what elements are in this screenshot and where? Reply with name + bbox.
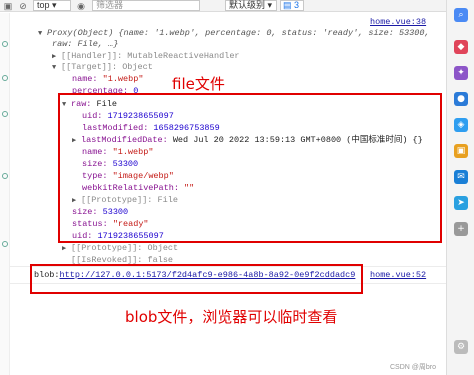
issues-count: 3: [294, 0, 300, 10]
user-icon[interactable]: ●: [454, 92, 468, 106]
gutter-marker-icon: [2, 111, 8, 117]
gutter-marker-icon: [2, 173, 8, 179]
handler-text: [[Handler]]: MutableReactiveHandler: [61, 51, 240, 61]
settings-icon[interactable]: ⚙: [454, 340, 468, 354]
name-key: name:: [72, 74, 98, 84]
watermark: CSDN @周bro: [390, 364, 437, 371]
context-select-label: top: [37, 0, 50, 10]
add-icon[interactable]: +: [454, 222, 468, 236]
source-link-bottom[interactable]: home.vue:52: [370, 270, 426, 280]
target-row[interactable]: ▼ [[Target]]: Object: [52, 62, 153, 73]
target-text: [[Target]]: Object: [61, 62, 153, 72]
sidebar-toggle-icon[interactable]: ▣: [3, 1, 13, 11]
summary-text-1: Proxy(Object) {name: '1.webp', percentag…: [47, 28, 430, 38]
log-level-select[interactable]: 默认级别 ▾: [225, 0, 277, 11]
clear-console-icon[interactable]: ⊘: [18, 1, 28, 11]
blob-annotation-label: blob文件，浏览器可以临时查看: [125, 308, 338, 326]
puzzle-icon[interactable]: ✦: [454, 66, 468, 80]
issues-badge[interactable]: ▤ 3: [280, 0, 304, 11]
eye-icon[interactable]: ◉: [76, 1, 86, 11]
gutter-marker-icon: [2, 41, 8, 47]
right-sidebar: ⌕ ◆ ✦ ● ◈ ▣ ✉ ➤ + ⚙: [446, 0, 474, 375]
context-select[interactable]: top ▾: [33, 0, 71, 11]
object-prototype-text: [[Prototype]]: Object: [71, 243, 179, 253]
outlook-icon[interactable]: ✉: [454, 170, 468, 184]
search-icon[interactable]: ⌕: [454, 8, 468, 22]
console-toolbar: ▣ ⊘ top ▾ ◉ 筛选器 默认级别 ▾ ▤ 3: [0, 0, 474, 12]
summary-line-1: ▼ Proxy(Object) {name: '1.webp', percenta…: [38, 28, 430, 38]
gutter-marker-icon: [2, 75, 8, 81]
file-annotation-label: file文件: [172, 75, 225, 93]
blob-highlight-box: [30, 264, 363, 294]
bag-icon[interactable]: ◆: [454, 40, 468, 54]
summary-line-2: raw: File, …}: [52, 39, 119, 49]
name-value: "1.webp": [102, 74, 144, 84]
name-row: name: "1.webp": [72, 74, 143, 85]
source-link-top[interactable]: home.vue:38: [370, 17, 426, 27]
copilot-icon[interactable]: ◈: [454, 118, 468, 132]
file-highlight-box: [58, 93, 442, 243]
object-prototype-row[interactable]: ▶ [[Prototype]]: Object: [62, 243, 178, 254]
console-gutter: [0, 13, 10, 375]
send-icon[interactable]: ➤: [454, 196, 468, 210]
filter-input[interactable]: 筛选器: [92, 0, 200, 11]
log-level-label: 默认级别: [229, 0, 266, 10]
gutter-marker-icon: [2, 241, 8, 247]
handler-row[interactable]: ▶ [[Handler]]: MutableReactiveHandler: [52, 51, 240, 62]
office-icon[interactable]: ▣: [454, 144, 468, 158]
